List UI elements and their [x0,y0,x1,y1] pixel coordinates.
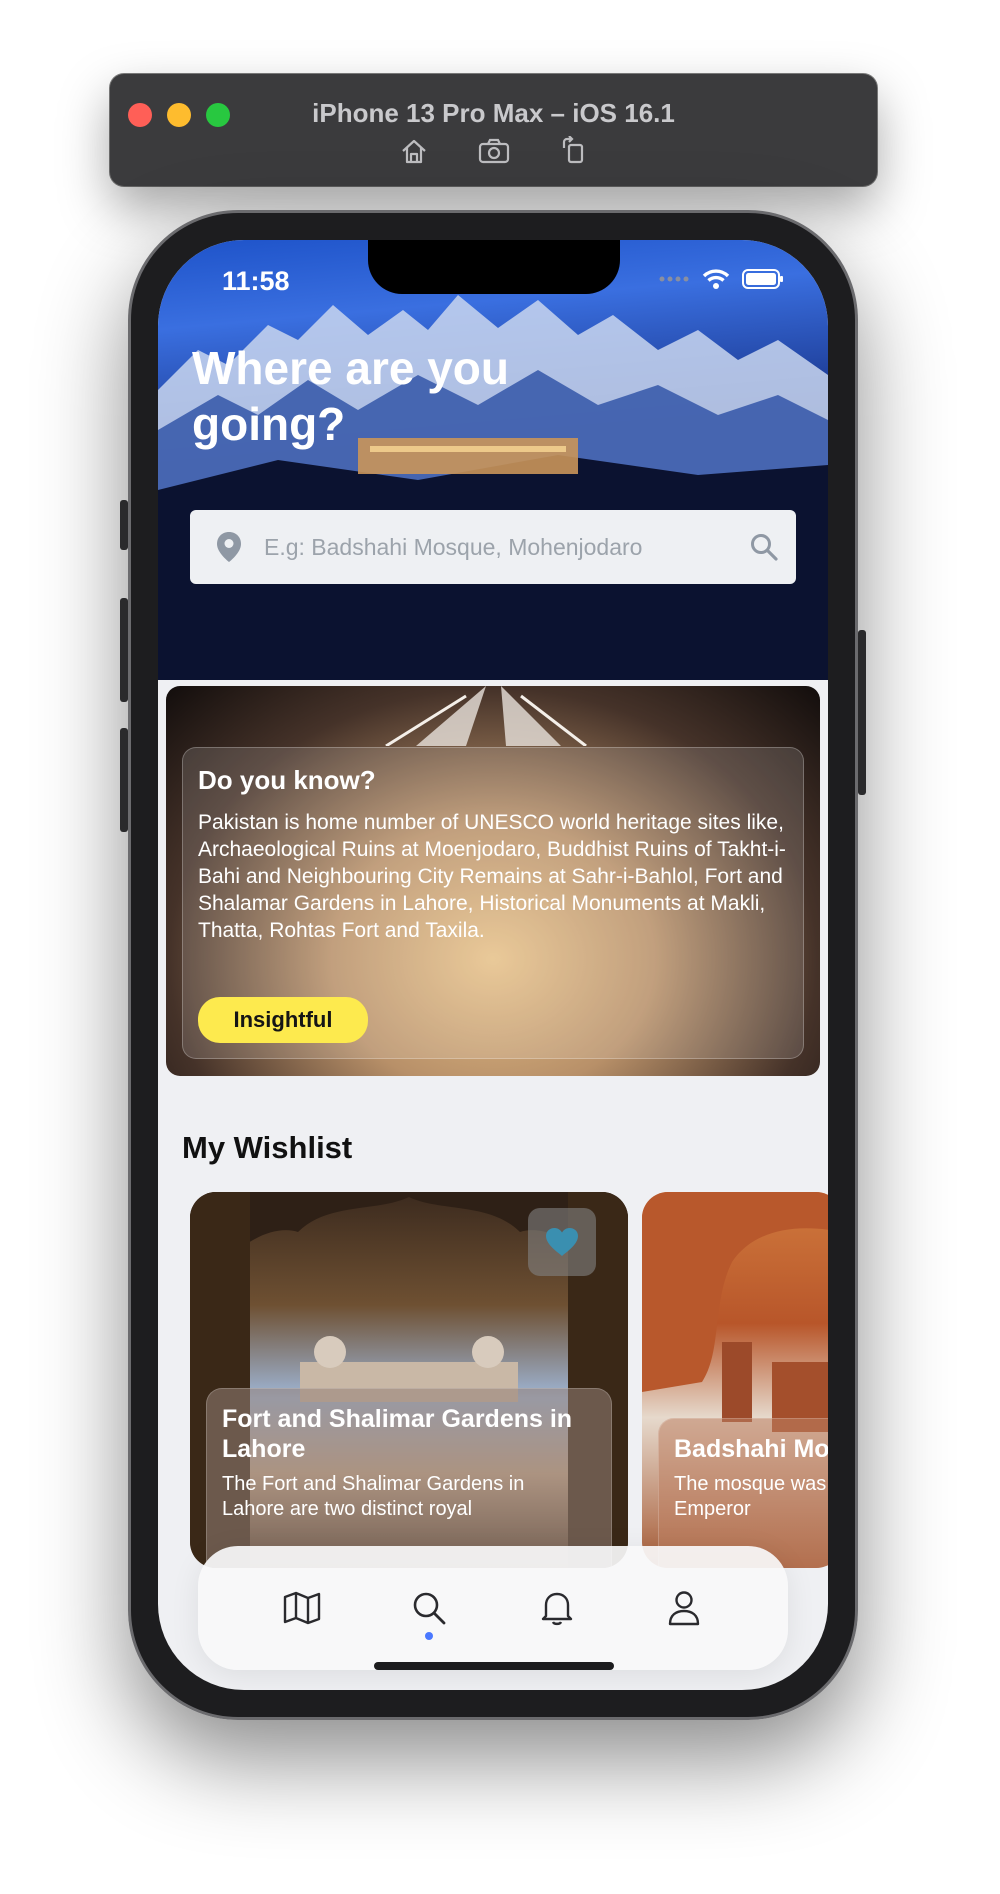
profile-icon[interactable] [654,1568,714,1648]
wishlist-card-info: Fort and Shalimar Gardens in Lahore The … [206,1388,612,1568]
search-icon[interactable] [744,527,784,567]
heart-icon [546,1228,578,1256]
favorite-button[interactable] [528,1208,596,1276]
hero-title: Where are you going? [192,342,509,450]
screenshot-icon[interactable] [477,134,511,168]
wishlist-item-name: Fort and Shalimar Gardens in Lahore [222,1405,573,1463]
home-icon[interactable] [397,134,431,168]
battery-icon [742,269,783,289]
bottom-nav [198,1546,788,1670]
home-indicator[interactable] [374,1662,614,1670]
mute-switch [120,500,128,550]
signal-dots-icon [659,276,689,282]
wishlist-item-description: The Fort and Shalimar Gardens in Lahore … [222,1473,525,1520]
wishlist-title: My Wishlist [182,1130,353,1165]
active-tab-indicator [425,1632,434,1640]
camera-notch [368,240,620,294]
location-pin-icon [214,531,244,563]
map-icon[interactable] [272,1568,332,1648]
wishlist-item-description: The mosque was Mughal Emperor [674,1473,828,1520]
fact-text: Pakistan is home number of UNESCO world … [198,811,786,942]
fact-card: Do you know? Pakistan is home number of … [166,686,820,1076]
app-screen: 11:58 Where are you going? E.g: Badshahi… [158,240,828,1690]
status-indicators [658,268,784,290]
search-input[interactable] [264,533,734,561]
simulator-title: iPhone 13 Pro Max – iOS 16.1 [312,98,675,128]
search-icon[interactable] [399,1568,459,1648]
wishlist-card[interactable]: Fort and Shalimar Gardens in Lahore The … [190,1192,628,1568]
fact-title: Do you know? [198,765,376,795]
bell-icon[interactable] [527,1568,587,1648]
wishlist-card[interactable]: Badshahi Mo The mosque was Mughal Empero… [642,1192,828,1568]
fact-glass-panel: Do you know? Pakistan is home number of … [182,747,804,1059]
simulator-toolbar: iPhone 13 Pro Max – iOS 16.1 [110,74,877,186]
wifi-icon [702,269,730,289]
hero-banner: 11:58 Where are you going? [158,240,828,680]
power-button [858,630,866,795]
rotate-icon[interactable] [557,134,591,168]
volume-down-button [120,728,128,832]
insightful-button[interactable]: Insightful [198,997,368,1043]
monument-image [385,686,587,746]
status-time: 11:58 [222,266,290,296]
volume-up-button [120,598,128,702]
wishlist-item-name: Badshahi Mo [674,1435,828,1463]
search-bar[interactable] [190,510,796,584]
